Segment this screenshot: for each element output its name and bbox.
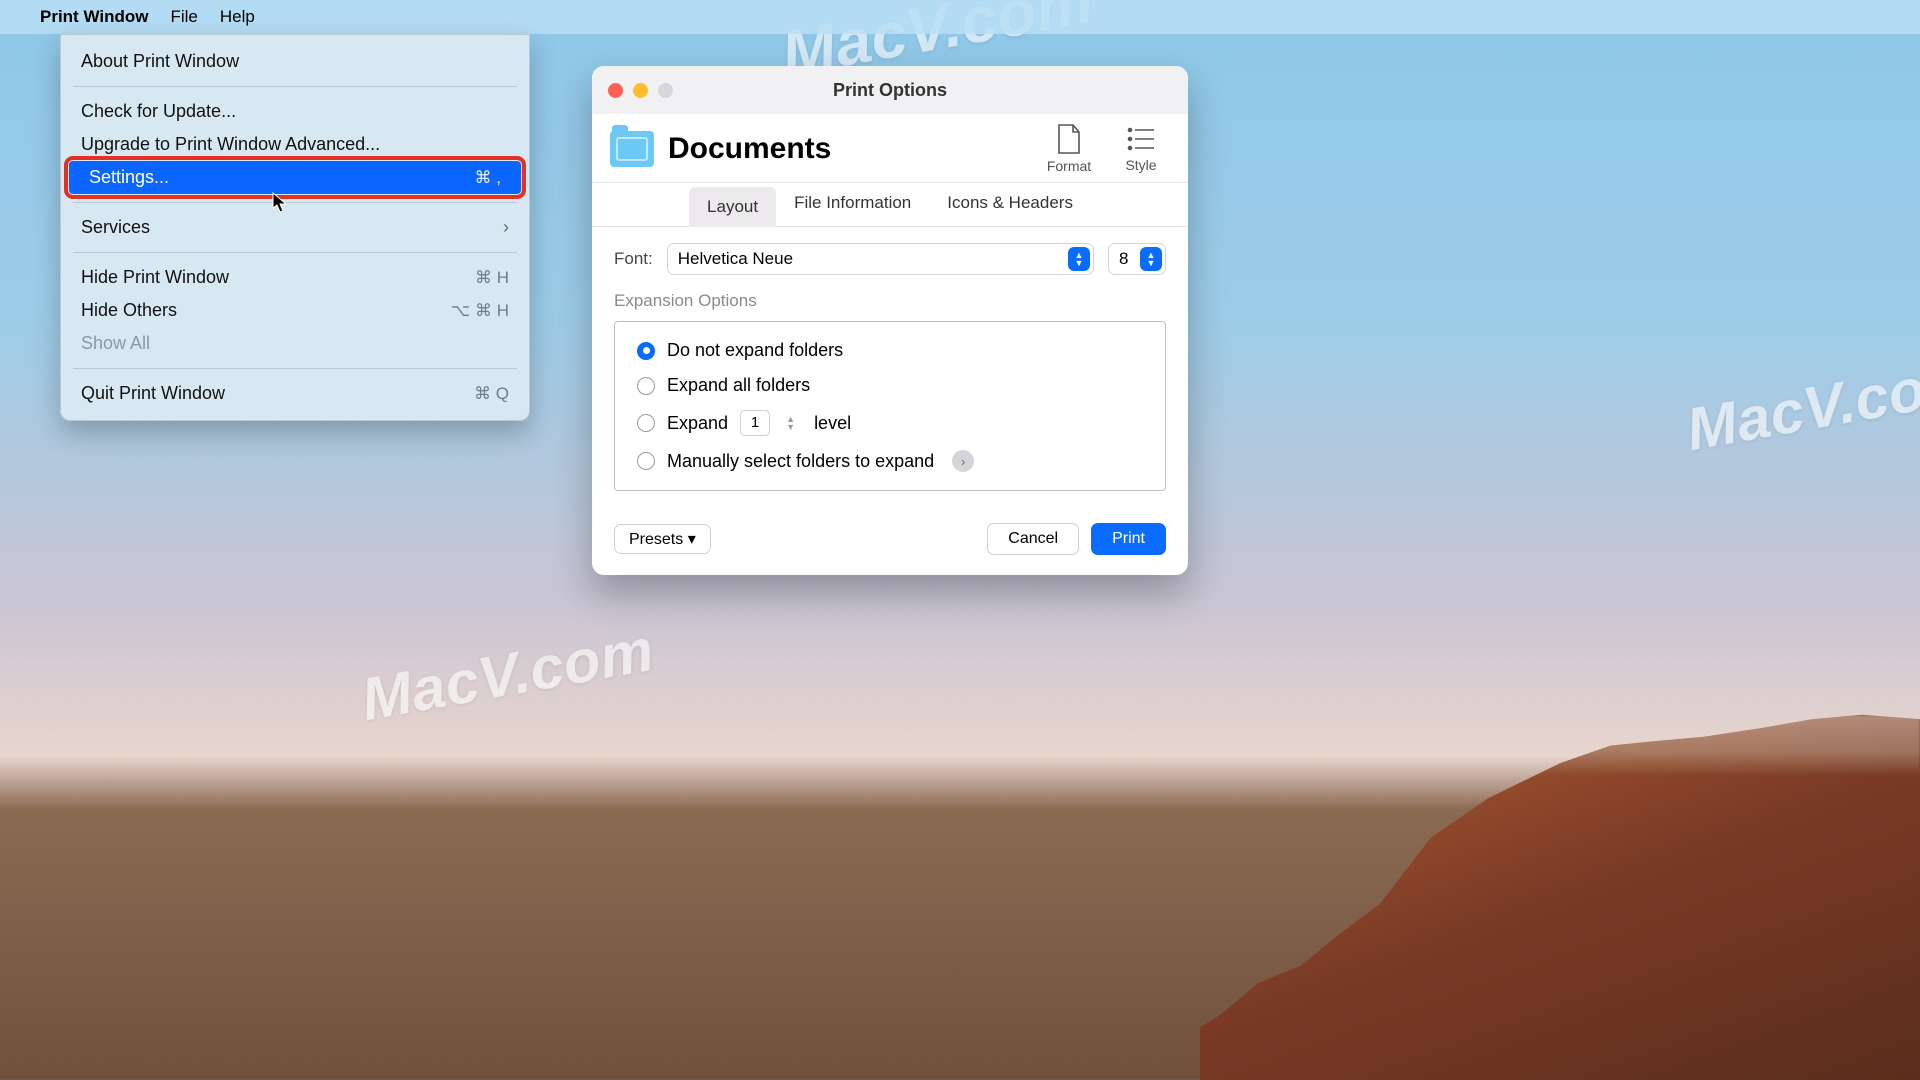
font-size-select[interactable]: 8 ▲▼ — [1108, 243, 1166, 275]
radio-icon — [637, 377, 655, 395]
radio-icon — [637, 452, 655, 470]
menu-services[interactable]: Services › — [61, 211, 529, 244]
format-button[interactable]: Format — [1040, 124, 1098, 174]
shortcut-label: ⌘ H — [475, 268, 509, 288]
radio-expand-level[interactable]: Expand 1 ▲▼ level — [637, 410, 1143, 436]
shortcut-label: ⌥ ⌘ H — [451, 301, 509, 321]
menu-upgrade[interactable]: Upgrade to Print Window Advanced... — [61, 128, 529, 161]
menu-show-all: Show All — [61, 327, 529, 360]
chevron-right-icon[interactable]: › — [952, 450, 974, 472]
shortcut-label: ⌘ Q — [474, 384, 509, 404]
menu-hide-others[interactable]: Hide Others ⌥ ⌘ H — [61, 294, 529, 327]
style-button[interactable]: Style — [1112, 125, 1170, 173]
font-size-value: 8 — [1119, 249, 1128, 269]
menu-separator — [73, 252, 517, 253]
page-title: Documents — [668, 132, 1026, 166]
folder-icon — [610, 131, 654, 167]
radio-no-expand[interactable]: Do not expand folders — [637, 340, 1143, 361]
font-select-value: Helvetica Neue — [678, 249, 793, 269]
menu-about[interactable]: About Print Window — [61, 45, 529, 78]
menu-separator — [73, 86, 517, 87]
menu-file[interactable]: File — [170, 7, 197, 27]
app-menu[interactable]: Print Window — [40, 7, 148, 27]
tab-file-information[interactable]: File Information — [776, 183, 929, 226]
radio-icon — [637, 342, 655, 360]
print-button[interactable]: Print — [1091, 523, 1166, 555]
menu-settings[interactable]: Settings... ⌘ , — [69, 161, 521, 194]
cancel-button[interactable]: Cancel — [987, 523, 1079, 555]
menu-hide-app[interactable]: Hide Print Window ⌘ H — [61, 261, 529, 294]
stepper-icon[interactable]: ▲▼ — [786, 415, 802, 431]
desktop-rock — [1200, 640, 1920, 1080]
menu-quit[interactable]: Quit Print Window ⌘ Q — [61, 377, 529, 410]
tabbar: Layout File Information Icons & Headers — [592, 182, 1188, 227]
list-icon — [1126, 125, 1156, 153]
chevron-right-icon: › — [503, 217, 509, 238]
menubar: Print Window File Help — [0, 0, 1920, 34]
page-icon — [1056, 124, 1082, 154]
menu-check-update[interactable]: Check for Update... — [61, 95, 529, 128]
tab-icons-headers[interactable]: Icons & Headers — [929, 183, 1091, 226]
radio-expand-all[interactable]: Expand all folders — [637, 375, 1143, 396]
menu-help[interactable]: Help — [220, 7, 255, 27]
presets-button[interactable]: Presets ▾ — [614, 524, 711, 554]
expansion-group: Do not expand folders Expand all folders… — [614, 321, 1166, 491]
updown-icon: ▲▼ — [1140, 247, 1162, 271]
radio-manual-select[interactable]: Manually select folders to expand › — [637, 450, 1143, 472]
window-title: Print Options — [592, 80, 1188, 101]
app-menu-dropdown: About Print Window Check for Update... U… — [60, 34, 530, 421]
titlebar[interactable]: Print Options — [592, 66, 1188, 114]
updown-icon: ▲▼ — [1068, 247, 1090, 271]
font-label: Font: — [614, 249, 653, 269]
expansion-section-label: Expansion Options — [614, 291, 1166, 311]
radio-icon — [637, 414, 655, 432]
cursor-icon — [272, 192, 288, 214]
menu-separator — [73, 368, 517, 369]
print-options-dialog: Print Options Documents Format Style Lay… — [592, 66, 1188, 575]
level-input[interactable]: 1 — [740, 410, 770, 436]
watermark: MacV.com — [1681, 345, 1920, 464]
menu-separator — [73, 202, 517, 203]
watermark: MacV.com — [356, 615, 659, 734]
font-select[interactable]: Helvetica Neue ▲▼ — [667, 243, 1094, 275]
tab-layout[interactable]: Layout — [689, 187, 776, 227]
shortcut-label: ⌘ , — [475, 168, 501, 188]
